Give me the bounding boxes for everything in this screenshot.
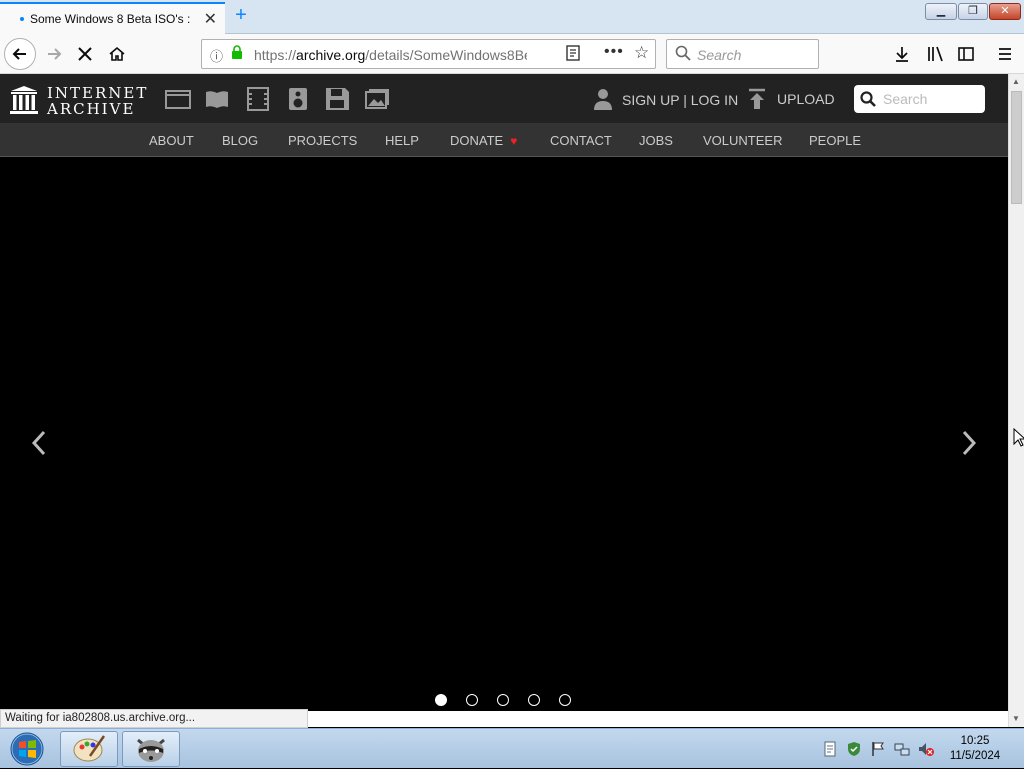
url-text[interactable]: https://archive.org/details/SomeWindows8… [254, 47, 527, 63]
carousel [0, 158, 1008, 711]
paint-icon [73, 735, 106, 762]
search-placeholder: Search [697, 47, 742, 63]
taskbar-app-raccoon[interactable] [122, 731, 180, 767]
status-text: Waiting for ia802808.us.archive.org... [0, 709, 308, 728]
info-icon[interactable]: ⓘ [210, 46, 223, 65]
carousel-dot[interactable] [466, 694, 478, 706]
carousel-dot[interactable] [559, 694, 571, 706]
audio-icon[interactable] [285, 87, 311, 111]
video-icon[interactable] [245, 87, 271, 111]
web-icon[interactable] [165, 87, 191, 111]
nav-jobs[interactable]: JOBS [639, 133, 673, 148]
browser-tab[interactable]: Some Windows 8 Beta ISO's : M ✕ [0, 2, 225, 34]
forward-icon [48, 48, 62, 60]
logo-text-line2: ARCHIVE [47, 100, 136, 118]
back-icon [12, 48, 26, 60]
taskbar-app-paint[interactable] [60, 731, 118, 767]
heart-icon: ♥ [510, 134, 518, 148]
downloads-button[interactable] [888, 40, 916, 68]
nav-donate-label: DONATE [450, 133, 504, 148]
flag-icon[interactable] [870, 741, 886, 757]
nav-contact[interactable]: CONTACT [550, 133, 612, 148]
sidebar-icon [958, 47, 974, 61]
library-button[interactable] [921, 40, 949, 68]
menu-icon [999, 48, 1011, 60]
chevron-left-icon[interactable] [28, 428, 52, 458]
signup-label: SIGN UP | LOG IN [622, 92, 739, 108]
internet-archive-logo[interactable]: INTERNET ARCHIVE [10, 83, 146, 119]
nav-projects[interactable]: PROJECTS [288, 133, 357, 148]
carousel-dot[interactable] [435, 694, 447, 706]
scroll-thumb[interactable] [1011, 91, 1022, 204]
nav-people[interactable]: PEOPLE [809, 133, 861, 148]
site-search-input[interactable]: Search [854, 85, 985, 113]
carousel-dot[interactable] [528, 694, 540, 706]
mouse-cursor-icon [1013, 428, 1024, 447]
chevron-right-icon[interactable] [956, 428, 980, 458]
nav-donate[interactable]: DONATE ♥ [450, 133, 517, 148]
security-shield-icon[interactable] [846, 741, 862, 757]
browser-search-field[interactable]: Search [666, 39, 819, 69]
network-icon[interactable] [894, 741, 910, 757]
home-button[interactable] [103, 40, 131, 68]
clock-date: 11/5/2024 [949, 750, 1001, 762]
upload-label: UPLOAD [777, 91, 835, 107]
scroll-up-icon[interactable]: ▲ [1012, 77, 1020, 86]
volume-muted-icon[interactable] [918, 741, 934, 757]
page-scrollbar[interactable]: ▲ ▼ [1008, 74, 1024, 727]
upload-icon [749, 88, 765, 109]
archive-building-icon [10, 86, 38, 114]
library-icon [928, 46, 943, 62]
software-icon[interactable] [324, 87, 350, 111]
clock-time: 10:25 [960, 735, 990, 747]
search-icon [675, 45, 691, 61]
nav-about[interactable]: ABOUT [149, 133, 194, 148]
search-icon [860, 91, 876, 107]
back-button[interactable] [4, 38, 36, 70]
site-nav: ABOUT BLOG PROJECTS HELP DONATE ♥ CONTACT… [0, 123, 1008, 157]
nav-blog[interactable]: BLOG [222, 133, 258, 148]
new-tab-button[interactable]: + [230, 4, 252, 28]
carousel-dot[interactable] [497, 694, 509, 706]
tab-close-icon[interactable]: ✕ [204, 9, 217, 29]
user-icon [594, 89, 612, 110]
taskbar: 10:25 11/5/2024 [0, 728, 1024, 768]
nav-volunteer[interactable]: VOLUNTEER [703, 133, 782, 148]
more-actions-icon[interactable]: ••• [604, 43, 624, 61]
nav-help[interactable]: HELP [385, 133, 419, 148]
bookmark-star-icon[interactable]: ☆ [634, 43, 649, 63]
tab-title: Some Windows 8 Beta ISO's : M [30, 12, 192, 26]
tab-strip: Some Windows 8 Beta ISO's : M ✕ + ▁ ❐ ✕ [0, 0, 1024, 34]
loading-indicator [20, 17, 24, 21]
sidebar-button[interactable] [952, 40, 980, 68]
home-icon [109, 46, 125, 61]
address-bar[interactable]: ⓘ https://archive.org/details/SomeWindow… [201, 39, 656, 69]
images-icon[interactable] [364, 87, 390, 111]
site-header: INTERNET ARCHIVE SIGN UP | LOG IN UPLOAD… [0, 74, 1008, 123]
document-icon[interactable] [822, 741, 838, 757]
scroll-down-icon[interactable]: ▼ [1012, 714, 1020, 723]
window-maximize-button[interactable]: ❐ [958, 3, 988, 20]
stop-icon [78, 47, 92, 61]
lock-icon[interactable] [231, 45, 243, 59]
system-clock[interactable]: 10:25 11/5/2024 [942, 734, 1008, 764]
browser-toolbar: ⓘ https://archive.org/details/SomeWindow… [0, 34, 1024, 74]
downloads-icon [896, 47, 908, 62]
menu-button[interactable] [991, 40, 1019, 68]
site-search-placeholder: Search [883, 91, 928, 107]
forward-button[interactable] [40, 40, 68, 68]
window-close-button[interactable]: ✕ [989, 3, 1021, 20]
status-band [308, 711, 1008, 727]
raccoon-app-icon [137, 738, 165, 762]
texts-icon[interactable] [204, 87, 230, 111]
reader-view-icon[interactable] [566, 45, 580, 61]
start-button[interactable] [6, 731, 48, 767]
window-minimize-button[interactable]: ▁ [925, 3, 957, 20]
stop-button[interactable] [71, 40, 99, 68]
